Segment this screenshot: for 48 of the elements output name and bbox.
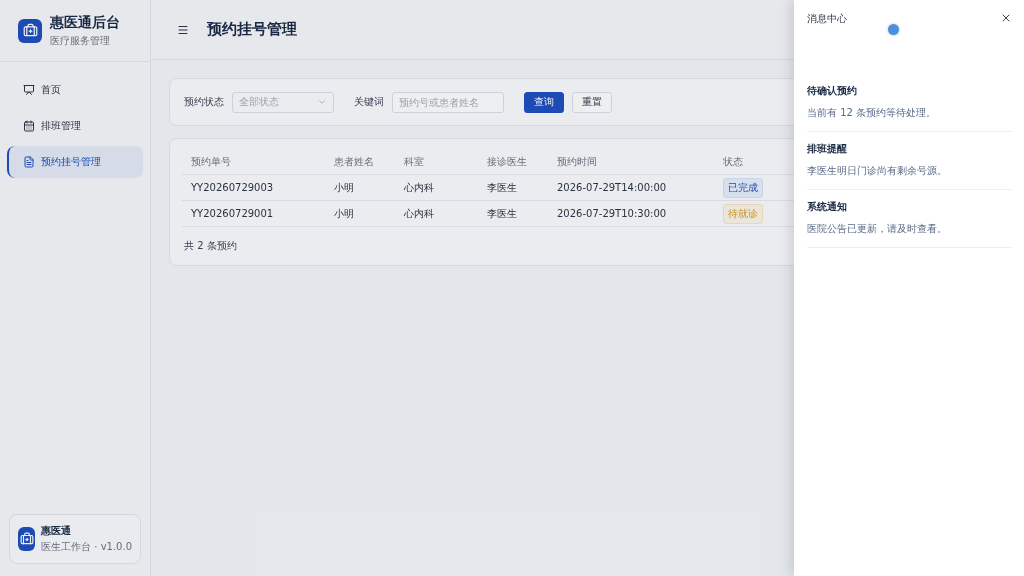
message-title: 排班提醒 (807, 142, 848, 156)
filter-label: 预约状态 (184, 95, 224, 109)
record-count: 共 2 条预约 (184, 240, 237, 251)
column-header: 科室 (404, 154, 425, 169)
medical-kit-logo-icon (18, 18, 42, 43)
presentation-board-icon (23, 84, 35, 96)
dot-icon (888, 24, 899, 35)
sidebar-item[interactable]: 排班管理 (7, 110, 143, 142)
menu-icon[interactable] (177, 23, 189, 36)
status-badge: 已完成 (723, 177, 763, 198)
table-cell-text: 小明 (334, 206, 355, 221)
document-icon (23, 156, 35, 168)
table-cell-text: 2026-07-29T14:00:00 (557, 182, 668, 193)
sidebar-item[interactable]: 首页 (7, 74, 143, 106)
search-button[interactable]: 查询 (524, 91, 564, 113)
table-cell-text: 心内科 (404, 180, 435, 195)
app-version: 医生工作台 · v1.0.0 (41, 540, 132, 554)
message-text: 当前有 12 条预约等待处理。 (807, 106, 938, 120)
table-cell-text: 2026-07-29T10:30:00 (557, 208, 668, 219)
column-header: 接诊医生 (487, 154, 528, 169)
column-header: 状态 (723, 154, 744, 169)
medical-kit-logo-icon (18, 527, 36, 551)
filter-label: 关键词 (354, 95, 384, 109)
brand-subtitle: 医疗服务管理 (50, 33, 111, 48)
column-header: 患者姓名 (334, 154, 375, 169)
app-name: 惠医通 (41, 524, 73, 538)
table-cell-text: 心内科 (404, 206, 435, 221)
page-title: 预约挂号管理 (207, 20, 297, 39)
table-cell-text: 小明 (334, 180, 355, 195)
brand-title: 惠医通后台 (50, 13, 120, 31)
message-text: 李医生明日门诊尚有剩余号源。 (807, 164, 948, 178)
table-cell-text: YY20260729003 (191, 182, 275, 193)
table-cell-text: 李医生 (487, 206, 518, 221)
sidebar-item[interactable]: 预约挂号管理 (7, 146, 143, 178)
status-badge: 待就诊 (723, 203, 763, 224)
column-header: 预约时间 (557, 154, 598, 169)
table-cell-text: 李医生 (487, 180, 518, 195)
chevron-down-icon (317, 97, 327, 107)
message-title: 待确认预约 (807, 84, 858, 98)
close-button[interactable] (1000, 12, 1012, 24)
message-text: 医院公告已更新，请及时查看。 (807, 222, 948, 236)
column-header: 预约单号 (191, 154, 232, 169)
table-cell-text: YY20260729001 (191, 208, 275, 219)
reset-button[interactable]: 重置 (572, 91, 612, 113)
message-title: 系统通知 (807, 200, 848, 214)
calendar-icon (23, 120, 35, 132)
keyword-field[interactable]: 预约号或患者姓名 (392, 91, 504, 113)
drawer-title: 消息中心 (807, 12, 847, 26)
